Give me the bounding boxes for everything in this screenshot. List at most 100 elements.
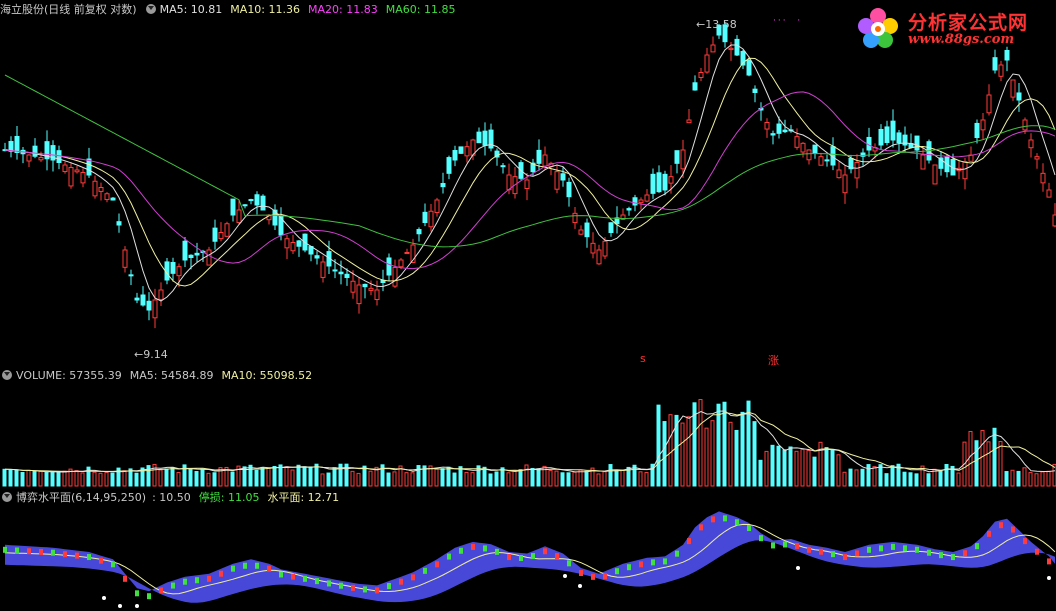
volume-bar — [704, 427, 709, 487]
volume-bar — [440, 468, 445, 487]
volume-bar — [656, 404, 661, 487]
candle-body — [806, 149, 812, 161]
candle-body — [692, 82, 698, 91]
volume-bar — [608, 464, 613, 487]
price-chart-panel[interactable]: 海立股份 (日线 前复权 对数) MA5: 10.81 MA10: 11.36 … — [0, 0, 1056, 366]
indicator-candle — [375, 587, 379, 594]
indicator-panel[interactable]: 博弈水平面 (6,14,95,250) : 10.50 停损: 11.05 水平… — [0, 488, 1056, 611]
indicator-candle — [3, 546, 7, 553]
indicator-candle — [243, 562, 247, 569]
indicator-candle — [987, 530, 991, 537]
indicator-candle — [435, 561, 439, 568]
indicator-candle — [339, 582, 343, 589]
candle-body — [398, 259, 404, 268]
candle-body — [842, 174, 848, 194]
candle-body — [344, 273, 350, 278]
indicator-menu-icon[interactable] — [2, 370, 12, 380]
volume-bar — [920, 465, 925, 487]
price-legend: 海立股份 (日线 前复权 对数) MA5: 10.81 MA10: 11.36 … — [0, 2, 463, 17]
volume-bar — [56, 471, 61, 487]
indicator-candle — [699, 524, 703, 531]
indicator-candle — [711, 516, 715, 523]
volume-bar — [368, 470, 373, 487]
volume-bar — [830, 449, 835, 487]
volume-bar — [776, 445, 781, 487]
volume-panel[interactable]: VOLUME: 57355.39 MA5: 54584.89 MA10: 550… — [0, 366, 1056, 488]
indicator-candle — [1023, 538, 1027, 545]
signal-dot — [1047, 576, 1051, 580]
candle-body — [650, 173, 656, 194]
volume-bar — [686, 416, 691, 487]
volume-bar — [584, 470, 589, 487]
indicator-candle — [771, 542, 775, 549]
volume-bar — [110, 472, 115, 487]
indicator-candle — [171, 582, 175, 589]
indicator-menu-icon[interactable] — [2, 492, 12, 502]
indicator-candle — [303, 575, 307, 582]
indicator-candle — [147, 593, 151, 600]
indicator-candle — [735, 519, 739, 526]
indicator-candle — [495, 548, 499, 555]
candle-body — [254, 194, 260, 206]
volume-bar — [668, 414, 673, 487]
volume-bar — [26, 469, 31, 487]
volume-bar — [974, 440, 979, 487]
indicator-menu-icon[interactable] — [145, 4, 156, 14]
indicator-candle — [939, 552, 943, 559]
dot-markers: ··· · — [773, 16, 803, 26]
indicator-candle — [267, 565, 271, 572]
volume-chart[interactable] — [0, 366, 1056, 488]
volume-bar — [356, 472, 361, 487]
candle-body — [74, 169, 80, 173]
candle-body — [428, 210, 434, 228]
candle-body — [1016, 92, 1022, 101]
volume-bar — [836, 454, 841, 487]
candle-body — [770, 133, 776, 136]
volume-bar — [644, 472, 649, 487]
volume-bar — [992, 427, 997, 487]
candle-body — [710, 44, 716, 53]
volume-ma5-line — [4, 410, 1056, 473]
volume-bar — [170, 467, 175, 487]
indicator-candle — [867, 546, 871, 553]
candle-body — [440, 183, 446, 188]
candle-body — [776, 123, 782, 134]
candle-body — [188, 254, 194, 259]
volume-bar — [50, 472, 55, 487]
candle-body — [260, 195, 266, 211]
indicator-candle — [1047, 558, 1051, 565]
candle-body — [194, 252, 200, 256]
candle-body — [242, 204, 248, 207]
price-chart[interactable] — [0, 0, 1056, 366]
volume-bar — [884, 473, 889, 487]
volume-bar — [938, 470, 943, 487]
volume-bar — [512, 470, 517, 487]
indicator-candle — [63, 551, 67, 558]
low-price-annotation: ←9.14 — [134, 348, 168, 361]
volume-bar — [848, 468, 853, 487]
volume-bar — [518, 469, 523, 487]
site-logo[interactable]: 分析家公式网 www.88gs.com — [850, 4, 1050, 50]
volume-bar — [932, 468, 937, 487]
indicator-candle — [819, 548, 823, 555]
volume-bar — [566, 472, 571, 487]
candle-body — [116, 221, 122, 226]
ma20-label: MA20: 11.83 — [308, 2, 378, 16]
volume-bar — [752, 421, 757, 487]
volume-bar — [332, 467, 337, 487]
indicator-chart[interactable] — [0, 488, 1056, 611]
indicator-candle — [279, 571, 283, 578]
indicator-candle — [291, 573, 295, 580]
candle-body — [644, 194, 650, 202]
candle-body — [980, 119, 986, 131]
candle-body — [500, 165, 506, 168]
indicator-candle — [579, 570, 583, 576]
volume-bar — [782, 449, 787, 487]
indicator-candle — [975, 543, 979, 550]
candle-body — [920, 154, 926, 170]
candle-body — [1034, 156, 1040, 160]
candle-body — [932, 164, 938, 185]
indicator-candle — [687, 538, 691, 545]
signal-dot — [118, 604, 122, 608]
signal-dot — [578, 584, 582, 588]
